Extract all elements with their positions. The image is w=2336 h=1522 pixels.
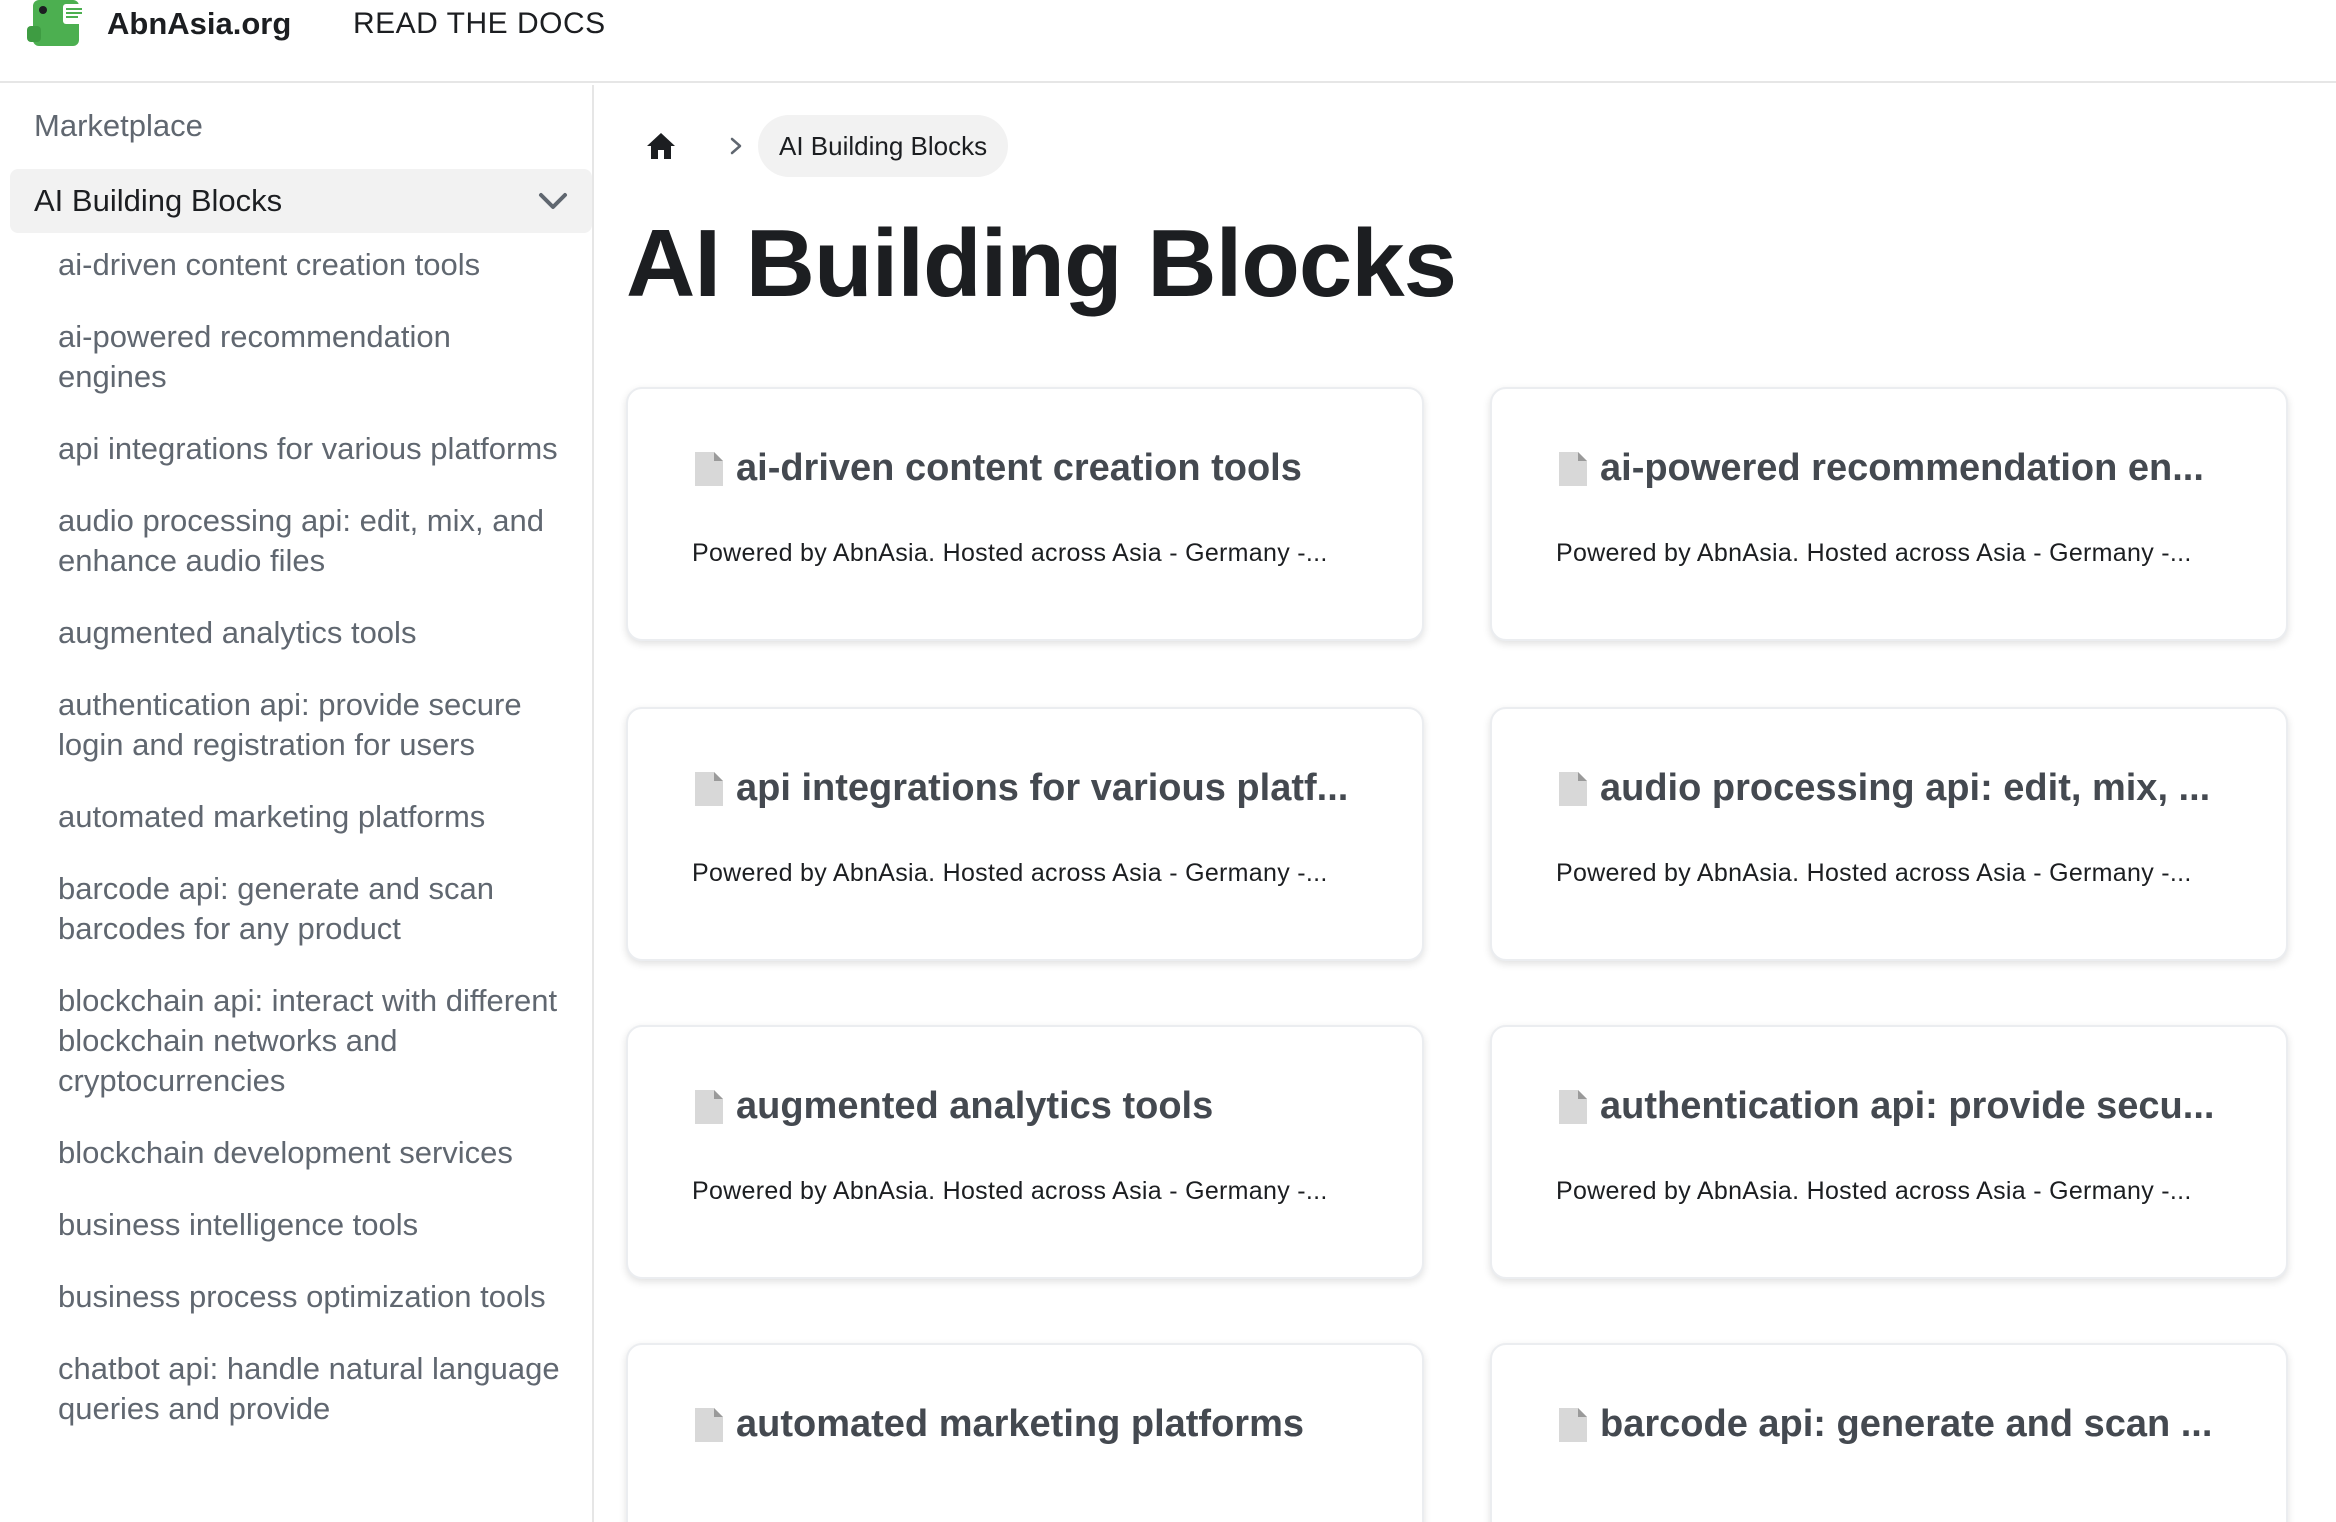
card-description: Powered by AbnAsia. Hosted across Asia -… bbox=[1556, 1177, 2192, 1205]
document-icon bbox=[695, 451, 723, 486]
sidebar-item[interactable]: automated marketing platforms bbox=[58, 797, 568, 837]
sidebar-item[interactable]: ai-powered recommendation engines bbox=[58, 317, 568, 397]
document-icon bbox=[1559, 451, 1587, 486]
sidebar: Marketplace AI Building Blocks ai-driven… bbox=[0, 85, 594, 1522]
card-title-text: barcode api: generate and scan ... bbox=[1600, 1403, 2213, 1445]
card-title: authentication api: provide secu... bbox=[1556, 1085, 2256, 1128]
doc-card[interactable]: augmented analytics tools Powered by Abn… bbox=[626, 1025, 1424, 1279]
doc-card[interactable]: ai-powered recommendation en... Powered … bbox=[1490, 387, 2288, 641]
document-icon bbox=[1559, 1089, 1587, 1124]
sidebar-item[interactable]: business intelligence tools bbox=[58, 1205, 568, 1245]
card-description: Powered by AbnAsia. Hosted across Asia -… bbox=[692, 859, 1328, 887]
document-icon bbox=[695, 771, 723, 806]
navbar: AbnAsia.org READ THE DOCS bbox=[0, 0, 2336, 83]
sidebar-item-marketplace[interactable]: Marketplace bbox=[34, 108, 203, 144]
card-title: ai-driven content creation tools bbox=[692, 447, 1392, 490]
sidebar-item[interactable]: authentication api: provide secure login… bbox=[58, 685, 568, 765]
page-title: AI Building Blocks bbox=[626, 210, 1457, 317]
card-title: augmented analytics tools bbox=[692, 1085, 1392, 1128]
card-title-text: api integrations for various platf... bbox=[736, 767, 1349, 809]
sidebar-category-ai-building-blocks[interactable]: AI Building Blocks bbox=[10, 169, 592, 233]
card-title: audio processing api: edit, mix, ... bbox=[1556, 767, 2256, 810]
doc-card[interactable]: api integrations for various platf... Po… bbox=[626, 707, 1424, 961]
sidebar-item[interactable]: augmented analytics tools bbox=[58, 613, 568, 653]
sidebar-item[interactable]: ai-driven content creation tools bbox=[58, 245, 568, 285]
card-description: Powered by AbnAsia. Hosted across Asia -… bbox=[692, 1177, 1328, 1205]
card-title: barcode api: generate and scan ... bbox=[1556, 1403, 2256, 1446]
doc-card[interactable]: authentication api: provide secu... Powe… bbox=[1490, 1025, 2288, 1279]
read-the-docs-link[interactable]: READ THE DOCS bbox=[353, 0, 606, 48]
doc-card[interactable]: automated marketing platforms bbox=[626, 1343, 1424, 1522]
document-icon bbox=[1559, 771, 1587, 806]
doc-card[interactable]: audio processing api: edit, mix, ... Pow… bbox=[1490, 707, 2288, 961]
card-title-text: authentication api: provide secu... bbox=[1600, 1085, 2215, 1127]
sidebar-item[interactable]: api integrations for various platforms bbox=[58, 429, 568, 469]
card-title-text: augmented analytics tools bbox=[736, 1085, 1214, 1127]
card-title: ai-powered recommendation en... bbox=[1556, 447, 2256, 490]
card-title: api integrations for various platf... bbox=[692, 767, 1392, 810]
doc-card[interactable]: ai-driven content creation tools Powered… bbox=[626, 387, 1424, 641]
document-icon bbox=[695, 1089, 723, 1124]
sidebar-list: ai-driven content creation tools ai-powe… bbox=[58, 245, 568, 1461]
card-title-text: ai-driven content creation tools bbox=[736, 447, 1302, 489]
sidebar-item[interactable]: business process optimization tools bbox=[58, 1277, 568, 1317]
card-title-text: automated marketing platforms bbox=[736, 1403, 1304, 1445]
home-icon[interactable] bbox=[644, 129, 678, 163]
card-title-text: audio processing api: edit, mix, ... bbox=[1600, 767, 2211, 809]
card-description: Powered by AbnAsia. Hosted across Asia -… bbox=[692, 539, 1328, 567]
dinosaur-logo-icon bbox=[27, 0, 85, 46]
sidebar-item[interactable]: barcode api: generate and scan barcodes … bbox=[58, 869, 568, 949]
sidebar-item[interactable]: audio processing api: edit, mix, and enh… bbox=[58, 501, 568, 581]
breadcrumb-current: AI Building Blocks bbox=[758, 115, 1009, 177]
sidebar-item[interactable]: blockchain development services bbox=[58, 1133, 568, 1173]
sidebar-item[interactable]: chatbot api: handle natural language que… bbox=[58, 1349, 568, 1429]
chevron-down-icon[interactable] bbox=[536, 185, 570, 217]
brand-title: AbnAsia.org bbox=[107, 6, 292, 41]
sidebar-item[interactable]: blockchain api: interact with different … bbox=[58, 981, 568, 1101]
breadcrumb: AI Building Blocks bbox=[644, 115, 1009, 177]
card-title-text: ai-powered recommendation en... bbox=[1600, 447, 2204, 489]
card-description: Powered by AbnAsia. Hosted across Asia -… bbox=[1556, 859, 2192, 887]
card-description: Powered by AbnAsia. Hosted across Asia -… bbox=[1556, 539, 2192, 567]
chevron-right-icon bbox=[730, 137, 742, 155]
doc-card[interactable]: barcode api: generate and scan ... bbox=[1490, 1343, 2288, 1522]
brand-link[interactable]: AbnAsia.org bbox=[27, 0, 291, 48]
sidebar-category-label: AI Building Blocks bbox=[34, 183, 283, 218]
main-content: AI Building Blocks AI Building Blocks ai… bbox=[596, 85, 2336, 1522]
document-icon bbox=[1559, 1407, 1587, 1442]
document-icon bbox=[695, 1407, 723, 1442]
card-title: automated marketing platforms bbox=[692, 1403, 1392, 1446]
